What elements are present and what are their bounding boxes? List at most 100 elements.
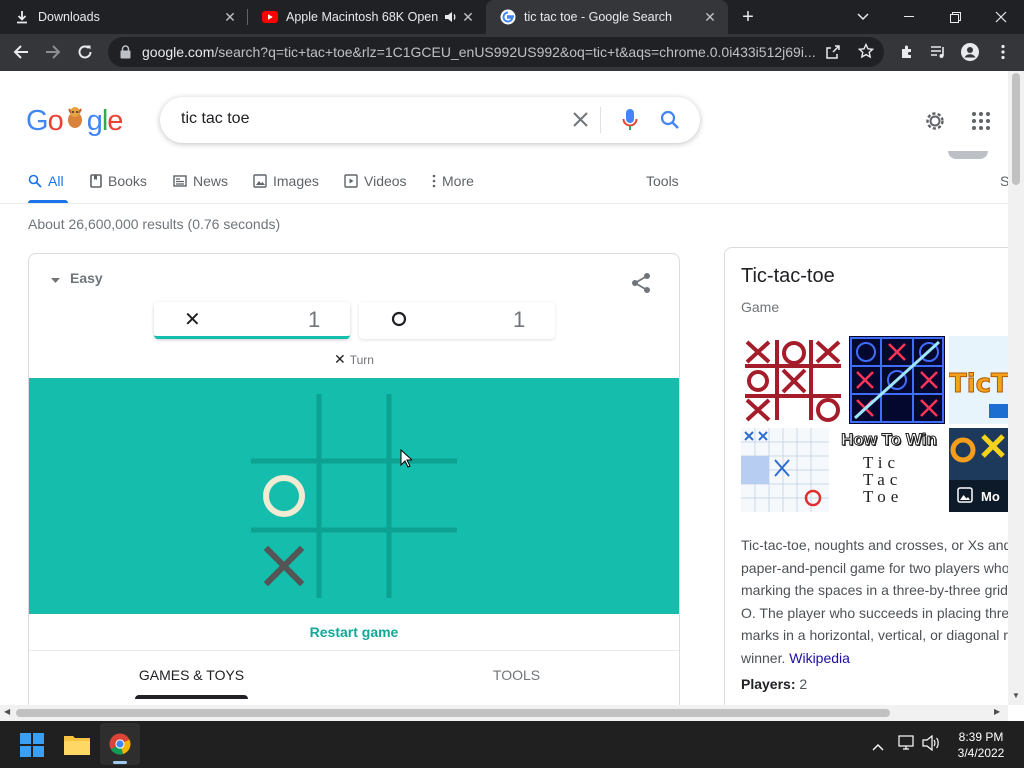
share-icon[interactable] (630, 272, 652, 299)
reload-button[interactable] (70, 37, 100, 67)
player-o-score-card: 1 (359, 302, 555, 339)
youtube-icon (262, 9, 278, 25)
tab-title: Downloads (38, 10, 100, 24)
nav-tab-images[interactable]: Images (253, 171, 319, 191)
result-stats: About 26,600,000 results (0.76 seconds) (28, 216, 281, 232)
close-icon[interactable]: ✕ (460, 9, 476, 25)
safesearch-button[interactable]: S (1000, 171, 1008, 191)
nav-tab-more[interactable]: More (432, 171, 474, 191)
image-icon (253, 174, 267, 188)
vertical-scrollbar[interactable]: ▲ ▼ (1008, 71, 1024, 705)
settings-gear-icon[interactable] (923, 109, 947, 138)
download-icon (14, 9, 30, 25)
google-icon (500, 9, 516, 25)
horizontal-scroll-thumb[interactable] (16, 709, 890, 717)
restore-button[interactable] (932, 0, 978, 34)
restart-game-button[interactable]: Restart game (29, 624, 679, 640)
chrome-taskbar-button[interactable] (100, 723, 140, 765)
svg-text:TicT: TicT (949, 369, 1008, 399)
vertical-scroll-thumb[interactable] (1012, 73, 1020, 185)
image-icon (957, 486, 973, 506)
game-board[interactable] (29, 378, 679, 614)
close-window-button[interactable] (978, 0, 1024, 34)
minimize-button[interactable] (886, 0, 932, 34)
network-icon[interactable] (898, 735, 916, 756)
news-icon (173, 175, 187, 187)
tab-search-button[interactable] (840, 0, 886, 34)
nav-tab-news[interactable]: News (173, 171, 228, 191)
bookmark-star-icon[interactable] (857, 42, 875, 64)
search-input[interactable]: tic tac toe (181, 110, 249, 128)
kp-image-1[interactable] (741, 336, 845, 424)
address-bar[interactable]: google.com/search?q=tic+tac+toe&rlz=1C1G… (108, 37, 884, 67)
nav-divider (0, 203, 1008, 204)
tic-tac-toe-game-card: Easy ✕ 1 1 ✕ Turn Restart game GAMES & T… (28, 253, 680, 705)
o-score: 1 (513, 307, 526, 332)
clock-date: 3/4/2022 (957, 746, 1005, 760)
system-clock[interactable]: 8:39 PM 3/4/2022 (948, 729, 1014, 761)
chrome-menu-icon[interactable] (988, 37, 1018, 67)
google-apps-icon[interactable] (971, 111, 991, 136)
kp-title: Tic-tac-toe (741, 265, 835, 287)
url-text: google.com/search?q=tic+tac+toe&rlz=1C1G… (142, 44, 816, 60)
nav-tab-all[interactable]: All (28, 171, 64, 191)
nav-tab-videos[interactable]: Videos (344, 171, 407, 191)
speaker-icon[interactable] (444, 10, 458, 27)
board-o-mark (263, 475, 305, 517)
x-score: 1 (308, 307, 321, 332)
close-icon[interactable]: ✕ (222, 9, 238, 25)
player-x-score-card: ✕ 1 (154, 302, 350, 339)
tab-google-search[interactable]: tic tac toe - Google Search ✕ (486, 0, 728, 34)
wikipedia-link[interactable]: Wikipedia (789, 650, 850, 666)
close-icon[interactable]: ✕ (702, 9, 718, 25)
active-category-indicator (135, 695, 248, 699)
tab-title: tic tac toe - Google Search (524, 10, 672, 24)
tab-tools[interactable]: TOOLS (354, 667, 679, 683)
horizontal-scrollbar[interactable]: ◀ ▶ (0, 705, 1008, 721)
google-logo[interactable]: Go gle (26, 104, 123, 139)
browser-toolbar: google.com/search?q=tic+tac+toe&rlz=1C1G… (0, 34, 1024, 71)
new-tab-button[interactable]: + (736, 6, 760, 28)
book-icon (90, 174, 102, 188)
clear-search-icon[interactable] (572, 111, 589, 133)
extensions-icon[interactable] (892, 37, 922, 67)
kp-players: Players: 2 (741, 676, 808, 692)
board-x-mark (263, 545, 305, 587)
more-images-overlay[interactable]: Mo (949, 480, 1008, 512)
chevron-up-icon[interactable] (872, 738, 884, 756)
turn-indicator: ✕ Turn (334, 351, 374, 367)
forward-button[interactable] (38, 37, 68, 67)
search-icon (28, 174, 42, 188)
kp-description: Tic-tac-toe, noughts and crosses, or Xs … (741, 537, 1008, 666)
tab-youtube[interactable]: Apple Macintosh 68K Open S ✕ (248, 0, 486, 34)
voice-search-icon[interactable] (622, 108, 638, 137)
back-button[interactable] (6, 37, 36, 67)
windows-start-icon[interactable] (20, 733, 44, 762)
kp-image-4[interactable] (741, 428, 829, 512)
difficulty-dropdown[interactable]: Easy (51, 270, 103, 286)
search-box[interactable]: tic tac toe (160, 97, 700, 143)
search-results-page: Go gle tic tac toe All Books News Images… (0, 71, 1008, 705)
doodle-icon (63, 105, 87, 139)
media-control-icon[interactable] (923, 37, 953, 67)
volume-icon[interactable] (922, 734, 940, 756)
avatar-partial (948, 151, 988, 159)
tab-games-toys[interactable]: GAMES & TOYS (29, 667, 354, 683)
tools-button[interactable]: Tools (646, 171, 679, 191)
nav-tab-books[interactable]: Books (90, 171, 147, 191)
kp-subtitle: Game (741, 299, 780, 315)
kp-image-5[interactable]: How To Win Tic Tac Toe (833, 428, 945, 512)
profile-avatar[interactable] (955, 37, 985, 67)
kp-image-2[interactable] (849, 336, 945, 424)
tab-downloads[interactable]: Downloads ✕ (0, 0, 248, 34)
tab-strip: Downloads ✕ Apple Macintosh 68K Open S ✕… (0, 0, 1024, 34)
kp-image-more[interactable]: Mo (949, 428, 1008, 512)
search-icon[interactable] (660, 110, 680, 135)
kp-image-3[interactable]: TicT (949, 336, 1008, 424)
o-symbol (391, 311, 407, 332)
lock-icon[interactable] (120, 45, 131, 64)
x-symbol: ✕ (184, 309, 201, 331)
file-explorer-icon[interactable] (64, 733, 90, 760)
share-icon[interactable] (825, 44, 841, 65)
mouse-cursor (400, 448, 414, 473)
